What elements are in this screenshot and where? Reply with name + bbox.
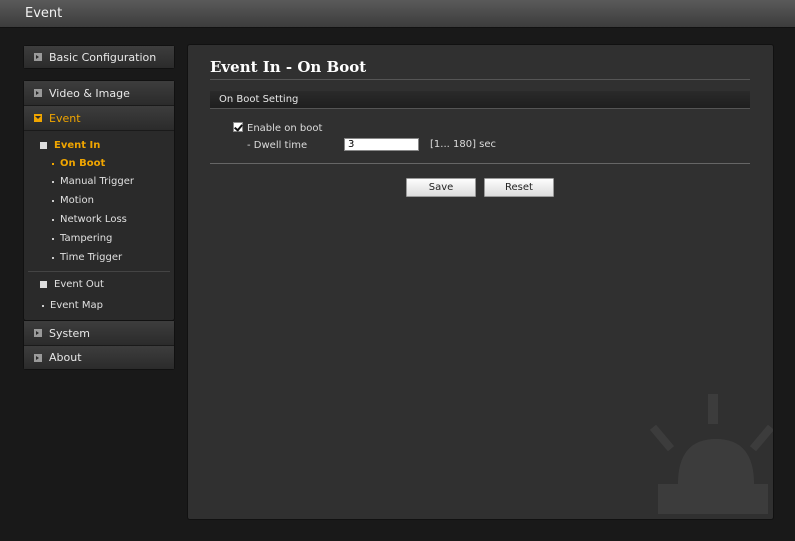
sidebar-group-basic: Basic Configuration — [23, 45, 175, 69]
bullet-icon — [52, 199, 54, 202]
sidebar-item-tampering[interactable]: Tampering — [24, 229, 174, 248]
bullet-icon — [52, 237, 54, 240]
bullet-icon — [52, 256, 54, 259]
bullet-icon — [52, 162, 54, 165]
sidebar-item-label: Time Trigger — [60, 252, 123, 263]
divider — [210, 79, 750, 80]
sidebar-item-label: Event — [49, 111, 81, 125]
sidebar-group-system: System About — [23, 320, 175, 370]
sidebar-item-manual-trigger[interactable]: Manual Trigger — [24, 172, 174, 191]
sidebar-item-label: Video & Image — [49, 86, 130, 100]
sidebar-item-label: Tampering — [60, 233, 113, 244]
sidebar-group-main: Video & Image Event Event In On Boot Man… — [23, 80, 175, 321]
divider — [28, 271, 170, 272]
dwell-time-input[interactable] — [344, 138, 419, 151]
collapse-box-icon — [34, 114, 42, 122]
content-panel: Event In - On Boot On Boot Setting Enabl… — [187, 44, 774, 520]
reset-button[interactable]: Reset — [484, 178, 554, 197]
bullet-icon — [42, 304, 44, 307]
sidebar-item-label: Event Out — [54, 279, 104, 290]
bullet-icon — [52, 218, 54, 221]
sidebar-item-event-in[interactable]: Event In — [24, 136, 174, 155]
dwell-time-range: [1... 180] sec — [430, 139, 497, 150]
sidebar-item-event[interactable]: Event — [24, 106, 174, 131]
collapse-box-icon — [40, 142, 47, 149]
sidebar-item-network-loss[interactable]: Network Loss — [24, 210, 174, 229]
enable-on-boot-checkbox[interactable] — [233, 122, 243, 132]
section-header: On Boot Setting — [210, 91, 750, 109]
window-title: Event — [25, 6, 63, 21]
sidebar-item-video-image[interactable]: Video & Image — [24, 81, 174, 106]
sidebar-item-about[interactable]: About — [24, 346, 174, 369]
sidebar-item-motion[interactable]: Motion — [24, 191, 174, 210]
sidebar-item-label: Basic Configuration — [49, 50, 157, 64]
sidebar-item-event-map[interactable]: Event Map — [24, 295, 174, 316]
collapse-box-icon — [40, 281, 47, 288]
sidebar-item-label: Network Loss — [60, 214, 127, 225]
sidebar-item-label: On Boot — [60, 158, 106, 169]
sidebar-item-time-trigger[interactable]: Time Trigger — [24, 248, 174, 267]
enable-on-boot-label: Enable on boot — [247, 123, 323, 134]
expand-box-icon — [34, 353, 42, 362]
sidebar-item-label: Manual Trigger — [60, 176, 135, 187]
divider — [210, 163, 750, 164]
title-bar: Event — [0, 0, 795, 28]
sidebar-item-label: System — [49, 326, 91, 340]
sidebar-item-system[interactable]: System — [24, 321, 174, 346]
expand-box-icon — [34, 53, 42, 61]
page-title: Event In - On Boot — [210, 58, 367, 76]
sidebar-item-label: Motion — [60, 195, 94, 206]
save-button[interactable]: Save — [406, 178, 476, 197]
expand-box-icon — [34, 329, 42, 337]
sidebar-item-basic-configuration[interactable]: Basic Configuration — [24, 46, 174, 68]
expand-box-icon — [34, 89, 42, 97]
sidebar-item-on-boot[interactable]: On Boot — [24, 155, 174, 172]
event-submenu: Event In On Boot Manual Trigger Motion N… — [24, 131, 174, 316]
sidebar-item-label: Event In — [54, 140, 101, 151]
siren-icon — [649, 394, 773, 514]
sidebar-item-label: Event Map — [50, 300, 103, 311]
sidebar-item-label: About — [49, 351, 82, 364]
bullet-icon — [52, 180, 54, 183]
dwell-time-label: - Dwell time — [247, 140, 308, 151]
sidebar-item-event-out[interactable]: Event Out — [24, 274, 174, 295]
